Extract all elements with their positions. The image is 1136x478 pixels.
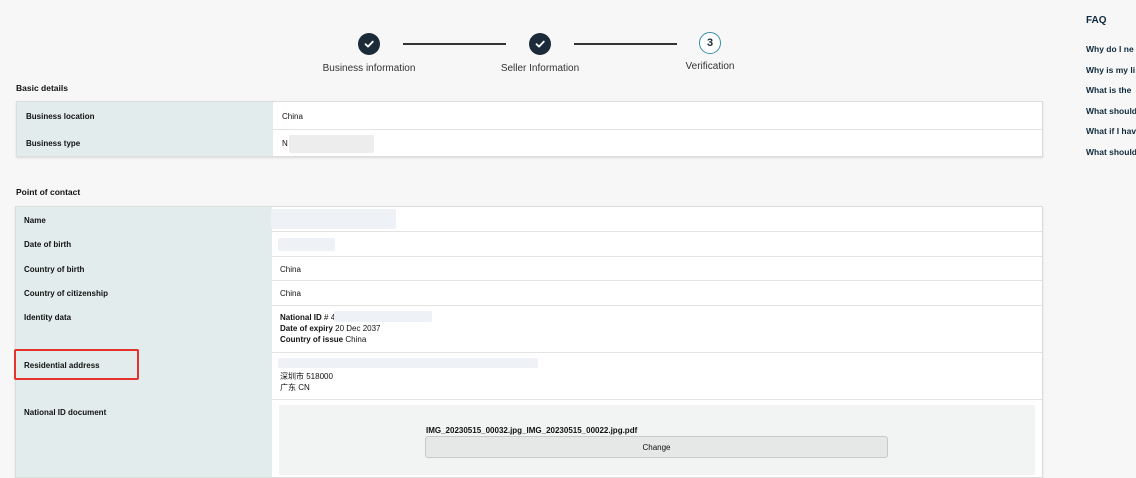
faq-item[interactable]: Why is my li (1086, 65, 1135, 75)
business-location-value: China (282, 112, 303, 121)
date-of-expiry-label: Date of expiry (280, 324, 333, 333)
step-3-label: Verification (685, 61, 735, 72)
citizenship-value: China (280, 289, 301, 298)
date-of-expiry-line: Date of expiry 20 Dec 2037 (280, 324, 381, 333)
business-type-label: Business type (26, 139, 81, 148)
faq-title: FAQ (1086, 15, 1107, 26)
country-of-birth-label: Country of birth (24, 265, 85, 274)
country-of-issue-label: Country of issue (280, 335, 344, 344)
citizenship-label: Country of citizenship (24, 289, 108, 298)
business-location-row: Business location China (17, 102, 1042, 130)
business-location-label: Business location (26, 112, 95, 121)
dob-label: Date of birth (24, 240, 72, 249)
country-of-birth-row: Country of birth China (16, 256, 1042, 281)
residential-address-row: Residential address 深圳市 518000 广东 CN (16, 352, 1042, 400)
redacted-national-id (334, 311, 432, 322)
point-of-contact-title: Point of contact (16, 187, 81, 197)
address-line-3: 广东 CN (280, 383, 310, 392)
step-2-label: Seller Information (500, 63, 580, 74)
faq-item[interactable]: What if I hav (1086, 126, 1136, 136)
redacted-address-line1 (278, 358, 538, 368)
faq-item[interactable]: Why do I ne (1086, 44, 1134, 54)
faq-item[interactable]: What should (1086, 147, 1136, 157)
name-row: Name (16, 207, 1042, 232)
business-type-value: N (282, 139, 288, 148)
dob-row: Date of birth (16, 231, 1042, 257)
step-1-check-icon (358, 33, 380, 55)
national-id-label: National ID (280, 313, 322, 322)
address-line-2: 深圳市 518000 (280, 372, 333, 381)
step-1-label: Business information (322, 63, 416, 74)
step-2-check-icon (529, 33, 551, 55)
country-of-issue-value: China (345, 335, 367, 344)
date-of-expiry-value: 20 Dec 2037 (335, 324, 381, 333)
redacted-business-type (289, 135, 374, 153)
highlight-box (14, 349, 139, 380)
step-3-number: 3 (699, 32, 721, 54)
country-of-issue-line: Country of issue China (280, 335, 366, 344)
step-connector (574, 43, 677, 45)
redacted-dob (278, 238, 335, 251)
redacted-name (271, 209, 396, 229)
national-id-document-label: National ID document (24, 408, 107, 417)
uploaded-file-name: IMG_20230515_00032.jpg_IMG_20230515_0002… (426, 426, 638, 435)
identity-data-label: Identity data (24, 313, 72, 322)
faq-item[interactable]: What should (1086, 106, 1136, 116)
step-connector (403, 43, 506, 45)
name-label: Name (24, 216, 46, 225)
national-id-line: National ID # 4 (280, 313, 335, 322)
identity-data-row: Identity data National ID # 4 Date of ex… (16, 305, 1042, 353)
basic-details-table: Business location China Business type N (16, 101, 1043, 157)
faq-item[interactable]: What is the (1086, 85, 1131, 95)
citizenship-row: Country of citizenship China (16, 280, 1042, 306)
change-document-button[interactable]: Change (425, 436, 888, 458)
country-of-birth-value: China (280, 265, 301, 274)
business-type-row: Business type N (17, 129, 1042, 156)
basic-details-title: Basic details (16, 83, 68, 93)
